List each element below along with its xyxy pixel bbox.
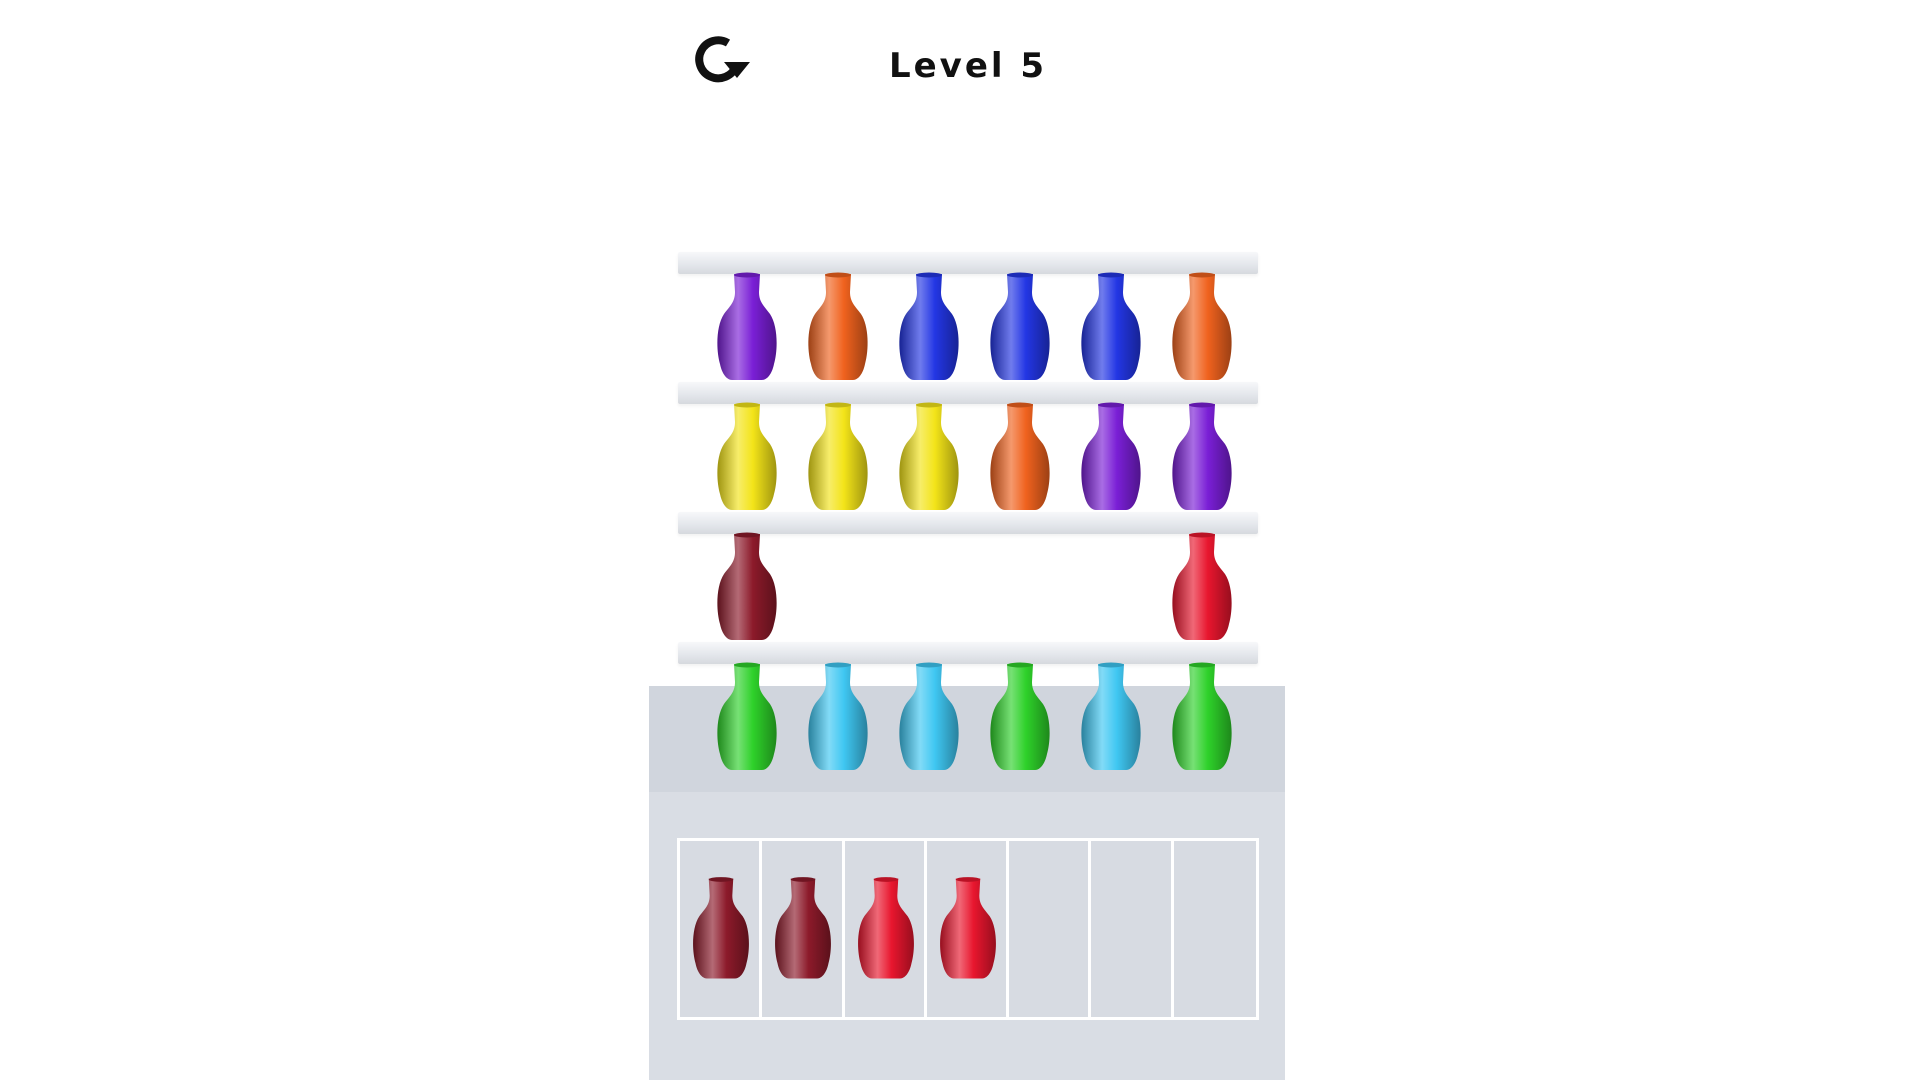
tray-slot: [927, 841, 1010, 1017]
vase-blue[interactable]: [985, 272, 1055, 382]
tray-slot: [680, 841, 763, 1017]
collection-tray: [677, 838, 1259, 1020]
tray-slot: [1009, 841, 1092, 1017]
vase-cyan[interactable]: [803, 662, 873, 772]
tray-slot: [845, 841, 927, 1017]
vase-red: [853, 871, 919, 986]
vase-green[interactable]: [1167, 662, 1237, 772]
vase-red: [935, 871, 1001, 986]
shelf-board: [678, 512, 1258, 534]
vase-orange[interactable]: [803, 272, 873, 382]
vase-purple[interactable]: [712, 272, 782, 382]
shelf-board: [678, 642, 1258, 664]
tray-slot: [1174, 841, 1256, 1017]
tray-slot: [762, 841, 845, 1017]
tray-slot: [1091, 841, 1174, 1017]
level-title: Level 5: [888, 46, 1048, 86]
vase-purple[interactable]: [1076, 402, 1146, 512]
vase-green[interactable]: [712, 662, 782, 772]
vase-maroon: [688, 871, 754, 986]
vase-yellow[interactable]: [803, 402, 873, 512]
vase-purple[interactable]: [1167, 402, 1237, 512]
vase-maroon[interactable]: [712, 532, 782, 642]
vase-blue[interactable]: [1076, 272, 1146, 382]
vase-yellow[interactable]: [894, 402, 964, 512]
vase-yellow[interactable]: [712, 402, 782, 512]
vase-orange[interactable]: [1167, 272, 1237, 382]
vase-cyan[interactable]: [894, 662, 964, 772]
vase-cyan[interactable]: [1076, 662, 1146, 772]
vase-red[interactable]: [1167, 532, 1237, 642]
vase-blue[interactable]: [894, 272, 964, 382]
shelf-board: [678, 252, 1258, 274]
vase-green[interactable]: [985, 662, 1055, 772]
vase-orange[interactable]: [985, 402, 1055, 512]
shelf-board: [678, 382, 1258, 404]
vase-maroon: [770, 871, 836, 986]
